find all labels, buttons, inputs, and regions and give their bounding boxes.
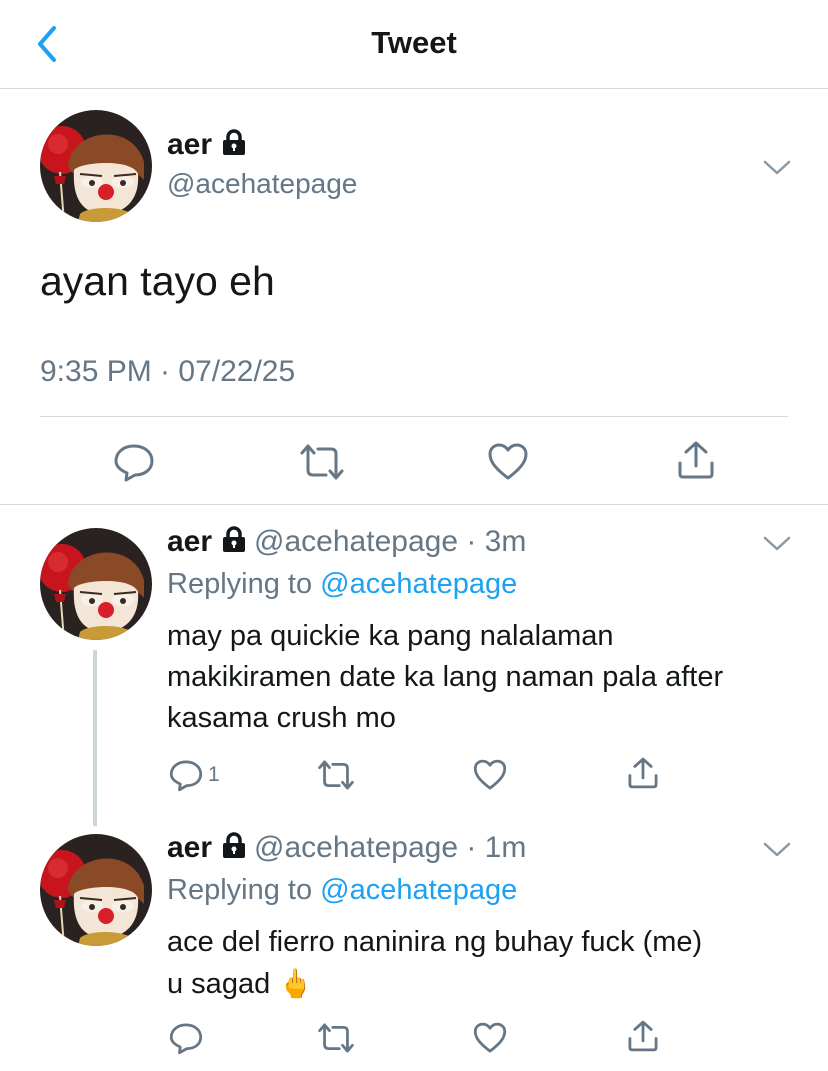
retweet-button[interactable]	[316, 1020, 356, 1056]
share-icon	[628, 757, 658, 789]
reply-text-line: kasama crush mo	[167, 702, 396, 734]
replying-to-prefix: Replying to	[167, 568, 321, 600]
like-button[interactable]	[472, 757, 508, 793]
retweet-icon	[318, 1023, 354, 1053]
tweet-text: ayan tayo eh	[40, 258, 275, 304]
reply-avatar[interactable]	[40, 834, 152, 946]
tweet-options-button[interactable]	[762, 158, 792, 178]
author-name-row[interactable]: aer	[167, 128, 248, 164]
reply-text-line: may pa quickie ka pang nalalaman	[167, 620, 614, 652]
thread-connector	[93, 650, 97, 826]
reply-handle-time[interactable]: @acehatepage · 1m	[254, 831, 526, 864]
reply-count: 1	[208, 763, 220, 786]
lock-icon	[220, 831, 248, 867]
author-name[interactable]: aer	[167, 128, 212, 161]
reply-handle-time[interactable]: @acehatepage · 3m	[254, 525, 526, 558]
reply-button[interactable]	[168, 1020, 204, 1056]
divider	[40, 416, 788, 417]
tweet-timestamp[interactable]: 9:35 PM · 07/22/25	[40, 355, 295, 389]
reply-icon	[169, 760, 203, 792]
lock-icon	[220, 128, 248, 164]
chevron-down-icon	[763, 160, 791, 175]
reply-avatar[interactable]	[40, 528, 152, 640]
replying-to: Replying to @acehatepage	[167, 874, 517, 907]
mention-link[interactable]: @acehatepage	[320, 874, 517, 906]
share-button[interactable]	[674, 438, 718, 482]
share-icon	[678, 441, 714, 479]
like-button[interactable]	[472, 1020, 508, 1056]
replying-to-prefix: Replying to	[167, 874, 321, 906]
share-icon	[628, 1020, 658, 1052]
reply-text: may pa quickie ka pang nalalaman makikir…	[167, 616, 797, 739]
lock-icon	[220, 525, 248, 561]
page-title: Tweet	[371, 25, 457, 60]
reply-options-button[interactable]	[762, 534, 792, 554]
retweet-button[interactable]	[298, 440, 346, 484]
reply-header[interactable]: aer @acehatepage · 3m	[167, 525, 526, 561]
heart-icon	[473, 1022, 507, 1053]
avatar[interactable]	[40, 110, 152, 222]
reply-text-line: ace del fierro naninira ng buhay fuck (m…	[167, 926, 703, 958]
section-divider	[0, 504, 828, 505]
retweet-icon	[318, 760, 354, 790]
chevron-down-icon	[763, 842, 791, 857]
reply-author-name[interactable]: aer	[167, 831, 212, 864]
reply-options-button[interactable]	[762, 840, 792, 860]
heart-icon	[488, 443, 528, 480]
like-button[interactable]	[486, 440, 530, 484]
chevron-down-icon	[763, 536, 791, 551]
reply-icon	[169, 1023, 203, 1055]
emoji: 🖕	[278, 968, 314, 999]
reply-button[interactable]: 1	[168, 757, 220, 793]
reply-text-line: u sagad 🖕	[167, 963, 797, 1005]
reply-button[interactable]	[112, 440, 156, 484]
reply-text: ace del fierro naninira ng buhay fuck (m…	[167, 922, 797, 1005]
retweet-button[interactable]	[316, 757, 356, 793]
reply-text-line: makikiramen date ka lang naman pala afte…	[167, 661, 724, 693]
mention-link[interactable]: @acehatepage	[320, 568, 517, 600]
reply-text-segment: u sagad	[167, 968, 271, 1000]
reply-header[interactable]: aer @acehatepage · 1m	[167, 831, 526, 867]
reply-icon	[114, 444, 154, 482]
reply-author-name[interactable]: aer	[167, 525, 212, 558]
retweet-icon	[300, 444, 344, 480]
share-button[interactable]	[625, 755, 661, 791]
heart-icon	[473, 759, 507, 790]
share-button[interactable]	[625, 1018, 661, 1054]
replying-to: Replying to @acehatepage	[167, 568, 517, 601]
author-handle[interactable]: @acehatepage	[167, 168, 357, 200]
